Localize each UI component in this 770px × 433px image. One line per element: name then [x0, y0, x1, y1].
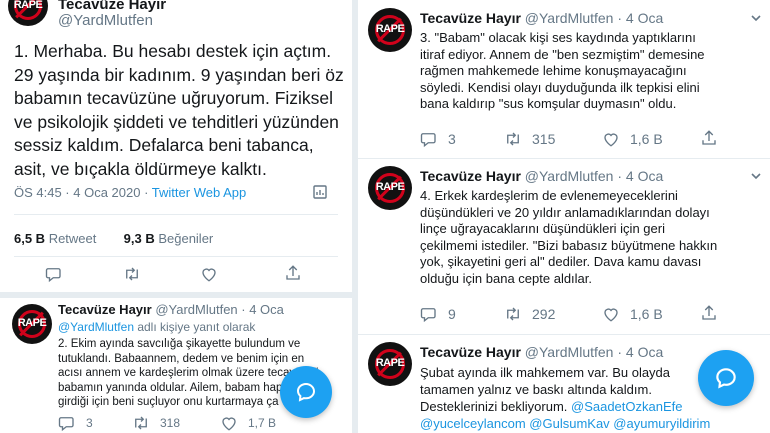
author-name[interactable]: Tecavüze Hayır — [58, 302, 152, 317]
like-icon — [604, 308, 618, 322]
share-button[interactable] — [700, 304, 728, 322]
retweet-icon — [135, 416, 147, 430]
compose-message-button[interactable] — [280, 366, 332, 418]
reply-button[interactable]: 3 — [58, 414, 93, 432]
right-thread-panel: RAPE Tecavüze Hayır @YardMlutfen · 4 Oca… — [358, 0, 770, 433]
tweet-header: Tecavüze Hayır @YardMlutfen · 4 Oca — [420, 344, 663, 360]
author-name[interactable]: Tecavüze Hayır — [420, 168, 521, 184]
author-handle[interactable]: @YardMlutfen · 4 Oca — [155, 302, 284, 317]
tweet-header: Tecavüze Hayır @YardMlutfen · 4 Oca — [420, 168, 663, 184]
reply-to-label: @YardMlutfen adlı kişiye yanıt olarak — [58, 320, 256, 334]
reply-button[interactable]: 9 — [420, 305, 456, 323]
like-button[interactable]: 1,6 B — [602, 305, 663, 323]
tweet-stats: 6,5 B Retweet 9,3 B Beğeniler — [14, 231, 213, 246]
tweet-text: 4. Erkek kardeşlerim de evlenemeyecekler… — [420, 188, 718, 286]
reply-icon — [420, 133, 436, 148]
avatar[interactable]: RAPE — [368, 8, 412, 52]
author-handle[interactable]: @YardMlutfen · 4 Oca — [525, 10, 663, 26]
reply-tweet-header: Tecavüze Hayır @YardMlutfen · 4 Oca — [58, 302, 284, 317]
reply-icon[interactable] — [45, 265, 63, 288]
mention-links[interactable]: @yucelceylancom @GulsumKav @ayumuryildir… — [420, 415, 710, 432]
compose-message-icon — [716, 368, 736, 389]
retweet-button[interactable]: 315 — [504, 130, 555, 148]
author-handle[interactable]: @YardMlutfen · 4 Oca — [525, 168, 663, 184]
left-thread-panel: RAPE Tecavüze Hayır @YardMlutfen 1. Merh… — [0, 0, 352, 433]
retweet-button[interactable]: 318 — [132, 414, 180, 432]
mention-link[interactable]: @SaadetOzkanEfe — [571, 399, 682, 414]
tweet-text: 1. Merhaba. Bu hesabı destek için açtım.… — [14, 41, 344, 179]
analytics-icon[interactable] — [312, 184, 328, 205]
retweet-icon[interactable] — [122, 265, 142, 288]
reply-icon — [58, 417, 74, 432]
author-name[interactable]: Tecavüze Hayır — [420, 10, 521, 26]
like-icon — [604, 133, 618, 147]
tweet-timestamp: ÖS 4:45 · 4 Oca 2020 · Twitter Web App — [14, 185, 247, 200]
tweet-text: 3. "Babam" olacak kişi ses kaydında yapt… — [420, 30, 705, 111]
share-icon — [702, 305, 716, 320]
like-icon — [222, 417, 236, 431]
compose-message-button[interactable] — [698, 350, 754, 406]
like-icon[interactable] — [200, 265, 218, 288]
retweet-button[interactable]: 292 — [504, 305, 555, 323]
reply-icon — [420, 308, 436, 323]
retweet-stat[interactable]: 6,5 B Retweet — [14, 231, 96, 246]
like-stat[interactable]: 9,3 B Beğeniler — [124, 231, 214, 246]
retweet-icon — [507, 132, 519, 146]
chevron-down-icon[interactable] — [750, 11, 762, 29]
reply-to-mention[interactable]: @YardMlutfen — [58, 320, 134, 334]
share-icon[interactable] — [284, 264, 302, 287]
avatar[interactable]: RAPE — [8, 0, 48, 26]
retweet-icon — [507, 307, 519, 321]
author-handle[interactable]: @YardMlutfen · 4 Oca — [525, 344, 663, 360]
tweet-header: Tecavüze Hayır @YardMlutfen · 4 Oca — [420, 10, 663, 26]
avatar[interactable]: RAPE — [368, 166, 412, 210]
share-button[interactable] — [700, 129, 728, 147]
compose-message-icon — [296, 382, 316, 402]
like-button[interactable]: 1,6 B — [602, 130, 663, 148]
tweet-source-link[interactable]: Twitter Web App — [152, 185, 246, 200]
author-name[interactable]: Tecavüze Hayır — [420, 344, 521, 360]
author-handle[interactable]: @YardMlutfen — [58, 12, 153, 29]
avatar[interactable]: RAPE — [12, 304, 52, 344]
like-button[interactable]: 1,7 B — [220, 414, 276, 432]
tweet-text: Şubat ayında ilk mahkemem var. Bu olayda… — [420, 365, 711, 432]
reply-button[interactable]: 3 — [420, 130, 456, 148]
share-icon — [702, 130, 716, 145]
avatar[interactable]: RAPE — [368, 342, 412, 386]
chevron-down-icon[interactable] — [750, 169, 762, 187]
